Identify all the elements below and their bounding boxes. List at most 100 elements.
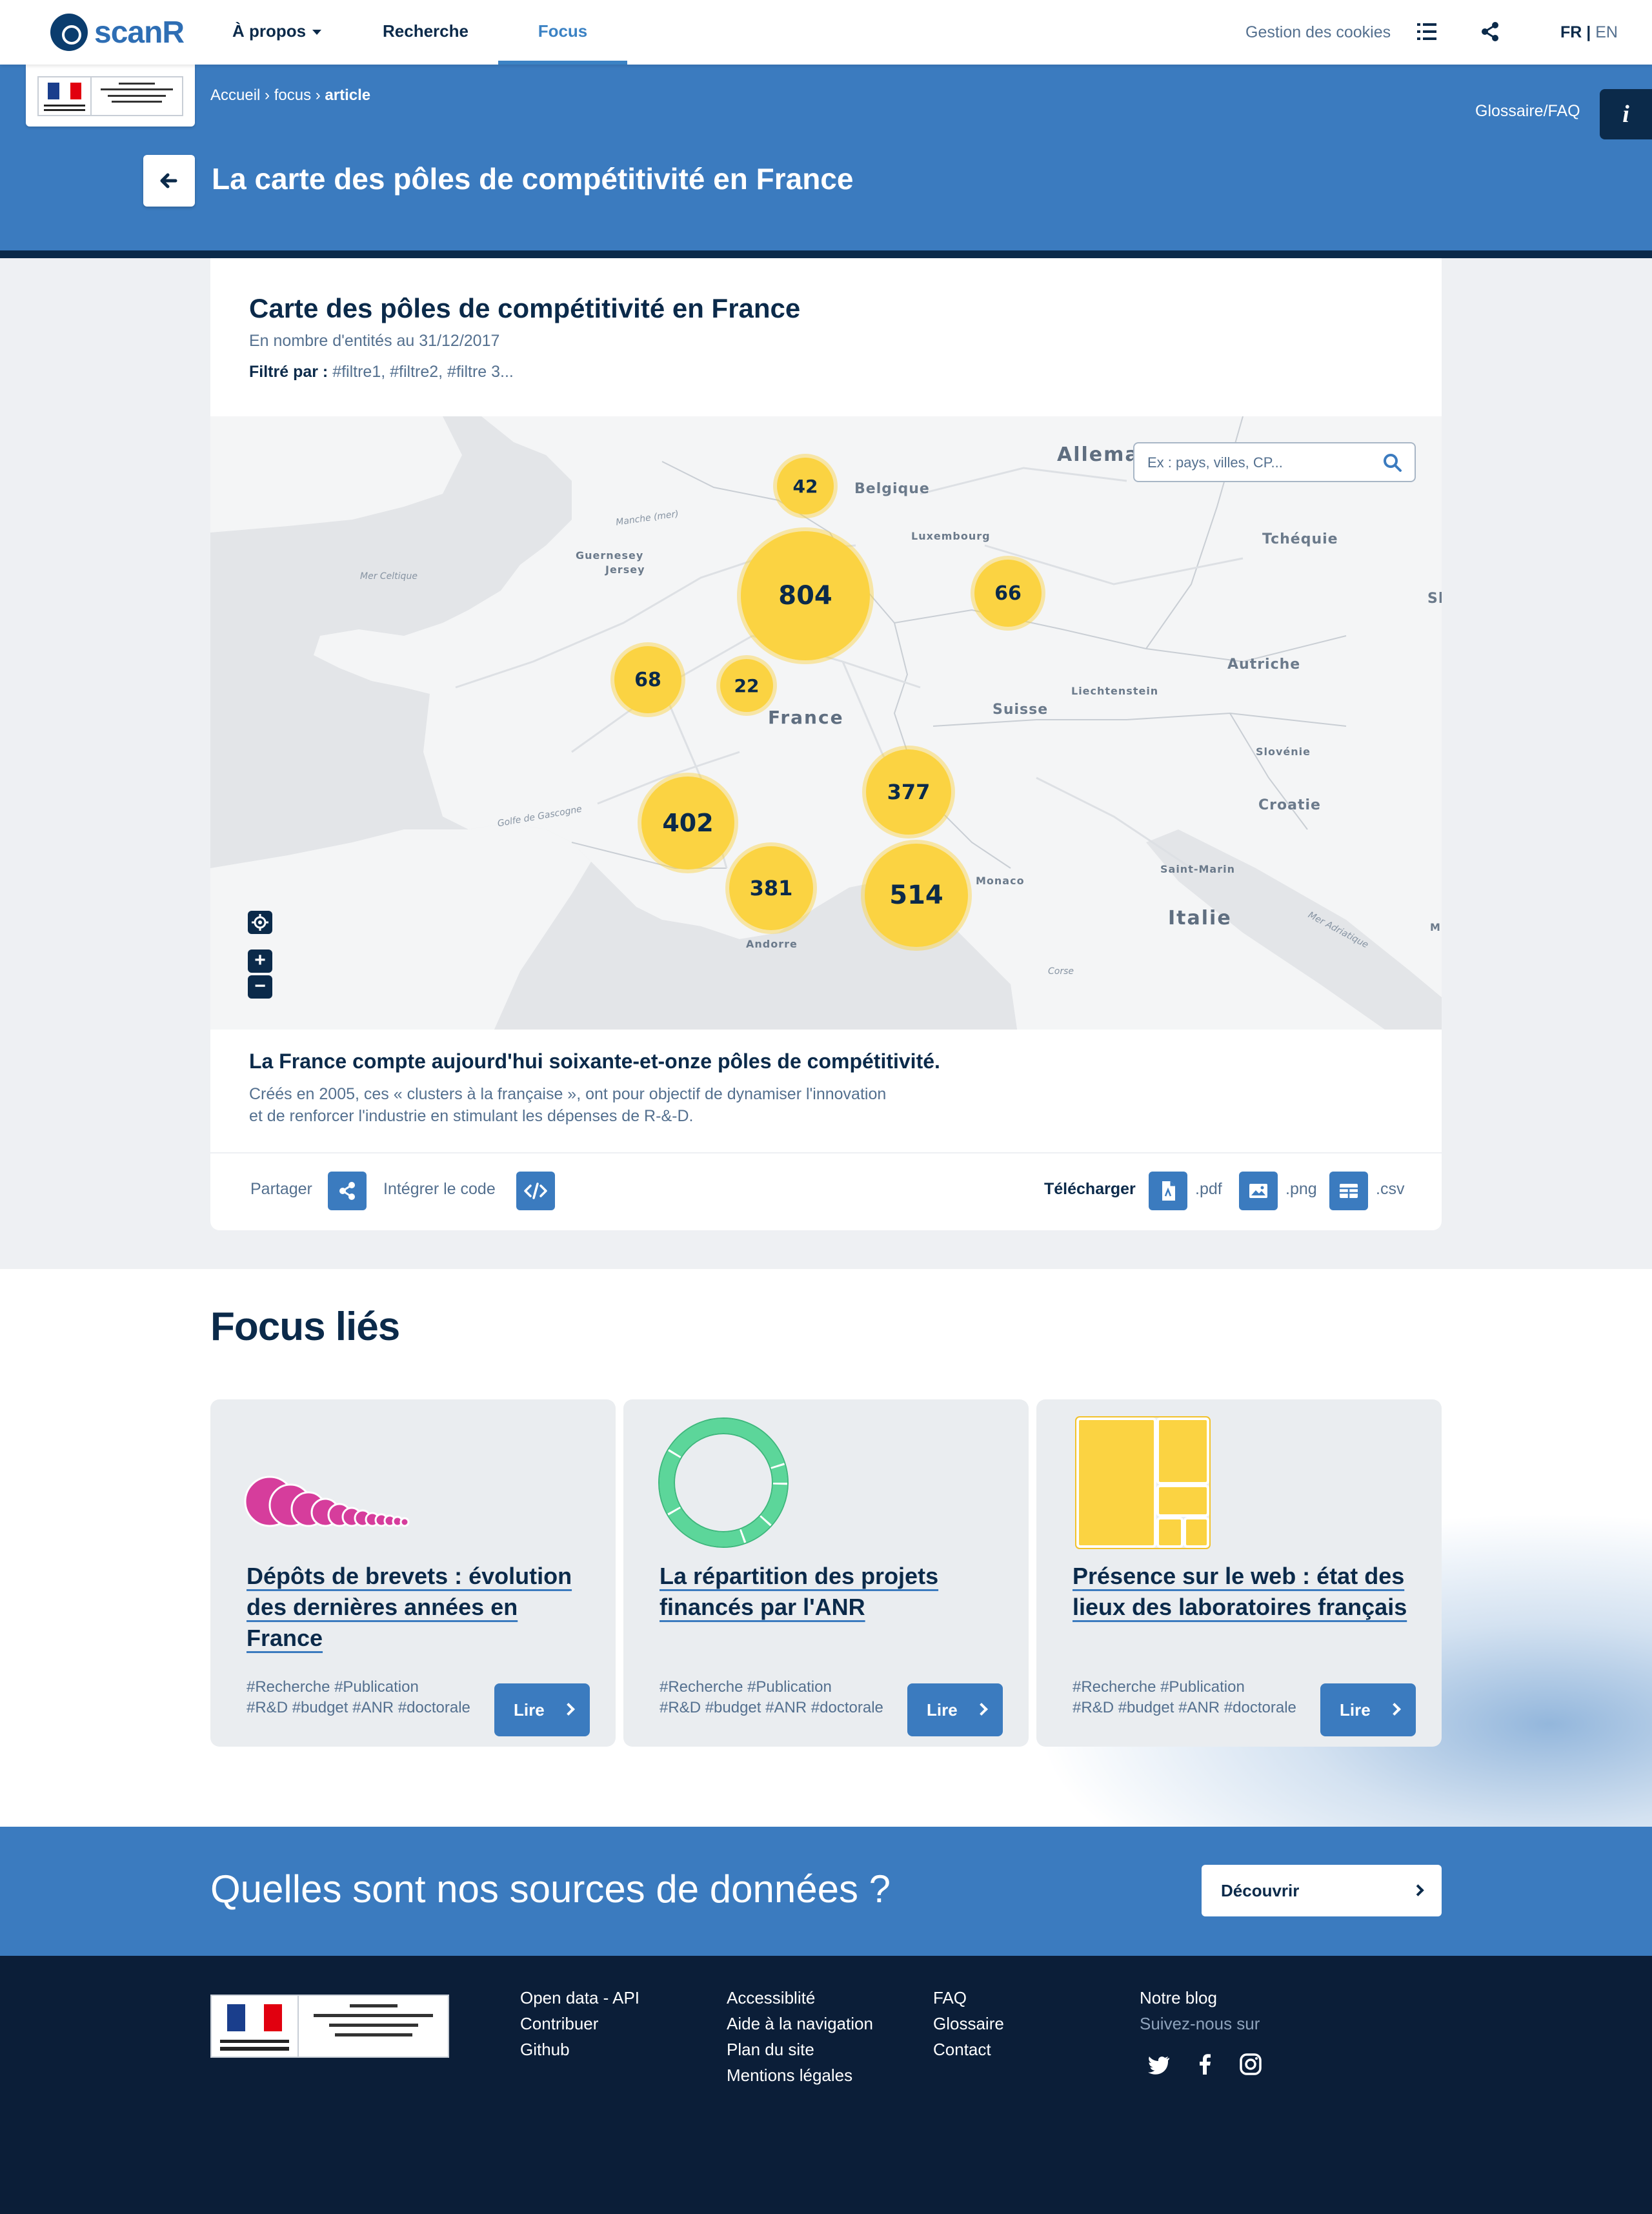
map-view[interactable]: Allema Belgique Luxembourg Tchéquie Guer…: [210, 416, 1442, 1030]
focus-card[interactable]: Dépôts de brevets : évolution des derniè…: [210, 1399, 616, 1747]
csv-label[interactable]: .csv: [1376, 1180, 1404, 1199]
facebook-icon[interactable]: [1191, 2050, 1220, 2078]
breadcrumb-focus[interactable]: focus: [274, 86, 311, 104]
info-button[interactable]: i: [1600, 89, 1652, 139]
download-pdf-button[interactable]: [1149, 1172, 1187, 1210]
page-title: La carte des pôles de compétitivité en F…: [212, 162, 854, 196]
breadcrumb-separator: ›: [311, 86, 325, 104]
map-cluster[interactable]: 377: [866, 749, 951, 835]
list-icon[interactable]: [1417, 23, 1436, 40]
breadcrumb-separator: ›: [260, 86, 274, 104]
read-button[interactable]: Lire: [907, 1683, 1003, 1736]
locate-button[interactable]: [248, 911, 272, 934]
focus-card-tags-line: #R&D #budget #ANR #doctorale: [1073, 1699, 1296, 1716]
share-button[interactable]: [328, 1172, 367, 1210]
read-button-label: Lire: [514, 1700, 545, 1720]
focus-card-title-text[interactable]: Dépôts de brevets : évolution des derniè…: [247, 1563, 572, 1651]
map-label-belgique: Belgique: [854, 481, 930, 497]
read-button[interactable]: Lire: [494, 1683, 590, 1736]
focus-card-title[interactable]: La répartition des projets financés par …: [660, 1561, 995, 1623]
footer-link[interactable]: Plan du site: [727, 2040, 814, 2060]
focus-card-tags-line: #R&D #budget #ANR #doctorale: [247, 1699, 470, 1716]
footer-link[interactable]: Accessiblité: [727, 1988, 815, 2008]
map-label-suisse: Suisse: [992, 702, 1049, 718]
zoom-out-button[interactable]: −: [248, 975, 272, 999]
map-label-andorre: Andorre: [746, 938, 798, 950]
blog-link[interactable]: Notre blog: [1140, 1988, 1217, 2008]
nav-apropos[interactable]: À propos: [232, 0, 322, 65]
cookies-link[interactable]: Gestion des cookies: [1245, 0, 1391, 65]
download-csv-button[interactable]: [1329, 1172, 1368, 1210]
focus-card[interactable]: Présence sur le web : état des lieux des…: [1036, 1399, 1442, 1747]
map-search-input[interactable]: [1147, 451, 1380, 474]
map-cluster[interactable]: 804: [741, 531, 870, 660]
footer-link[interactable]: Aide à la navigation: [727, 2014, 873, 2034]
focus-card-title-text[interactable]: La répartition des projets financés par …: [660, 1563, 938, 1620]
footer-link[interactable]: Open data - API: [520, 1988, 640, 2008]
footer-link[interactable]: Github: [520, 2040, 570, 2060]
map-label-slovenie: Slovénie: [1256, 746, 1311, 758]
footer-link[interactable]: FAQ: [933, 1988, 967, 2008]
footer: Open data - API Contribuer Github Access…: [0, 1956, 1652, 2214]
embed-code-button[interactable]: [516, 1172, 555, 1210]
lang-en[interactable]: EN: [1595, 23, 1618, 41]
read-button-label: Lire: [927, 1700, 958, 1720]
focus-card-tags-line: #Recherche #Publication: [247, 1678, 419, 1696]
lang-fr[interactable]: FR: [1560, 23, 1582, 41]
map-cluster[interactable]: 402: [641, 777, 734, 869]
map-cluster[interactable]: 514: [865, 844, 968, 947]
twitter-icon[interactable]: [1145, 2050, 1173, 2078]
footer-link[interactable]: Contact: [933, 2040, 991, 2060]
focus-card[interactable]: La répartition des projets financés par …: [623, 1399, 1029, 1747]
language-switcher[interactable]: FR | EN: [1560, 0, 1618, 65]
download-png-button[interactable]: [1239, 1172, 1278, 1210]
map-cluster[interactable]: 22: [720, 659, 773, 712]
nav-recherche[interactable]: Recherche: [383, 0, 468, 65]
footer-link[interactable]: Contribuer: [520, 2014, 598, 2034]
scanr-logo[interactable]: scanR: [50, 13, 185, 52]
map-label-autriche: Autriche: [1227, 656, 1301, 673]
footer-link[interactable]: Glossaire: [933, 2014, 1004, 2034]
filter-values[interactable]: #filtre1, #filtre2, #filtre 3...: [328, 363, 514, 381]
map-label-saint-marin: Saint-Marin: [1160, 863, 1235, 875]
focus-card-title-text[interactable]: Présence sur le web : état des lieux des…: [1073, 1563, 1407, 1620]
zoom-in-button[interactable]: +: [248, 950, 272, 973]
chevron-right-icon: [1412, 1884, 1424, 1896]
map-label-luxembourg: Luxembourg: [911, 530, 991, 542]
download-label: Télécharger: [1044, 1180, 1136, 1198]
crosshair-icon: [252, 914, 268, 931]
discover-button[interactable]: Découvrir: [1202, 1865, 1442, 1916]
treemap-illustration-icon: [1075, 1416, 1211, 1549]
focus-card-title[interactable]: Dépôts de brevets : évolution des derniè…: [247, 1561, 582, 1654]
glossaire-faq-link[interactable]: Glossaire/FAQ: [1475, 102, 1580, 121]
ministry-logo-card[interactable]: [26, 65, 195, 127]
map-cluster[interactable]: 66: [974, 560, 1042, 627]
focus-card-tags-line: #Recherche #Publication: [660, 1678, 832, 1696]
map-label-italie: Italie: [1168, 907, 1232, 929]
instagram-icon[interactable]: [1236, 2050, 1265, 2078]
map-label-m: M: [1430, 921, 1441, 933]
map-cluster[interactable]: 42: [777, 458, 834, 514]
back-button[interactable]: [143, 155, 195, 207]
footer-link[interactable]: Mentions légales: [727, 2066, 852, 2086]
focus-section-title: Focus liés: [210, 1305, 400, 1349]
footer-marianne-logo[interactable]: [210, 1995, 449, 2058]
code-icon: [524, 1183, 547, 1199]
chevron-right-icon: [562, 1703, 575, 1716]
png-label[interactable]: .png: [1285, 1180, 1317, 1199]
map-cluster[interactable]: 68: [614, 646, 681, 713]
map-cluster[interactable]: 381: [729, 846, 813, 930]
focus-card-title[interactable]: Présence sur le web : état des lieux des…: [1073, 1561, 1408, 1623]
pdf-label[interactable]: .pdf: [1195, 1180, 1222, 1199]
breadcrumb-home[interactable]: Accueil: [210, 86, 260, 104]
map-label-france: France: [768, 707, 844, 728]
sources-title: Quelles sont nos sources de données ?: [210, 1867, 891, 1911]
share-icon[interactable]: [1479, 21, 1501, 43]
read-button[interactable]: Lire: [1320, 1683, 1416, 1736]
map-label-mer-celtique: Mer Celtique: [360, 571, 418, 582]
search-icon[interactable]: [1382, 452, 1403, 473]
nav-focus[interactable]: Focus: [498, 0, 627, 65]
share-icon: [339, 1182, 355, 1200]
map-label-monaco: Monaco: [976, 875, 1025, 887]
filter-label: Filtré par :: [249, 363, 328, 381]
